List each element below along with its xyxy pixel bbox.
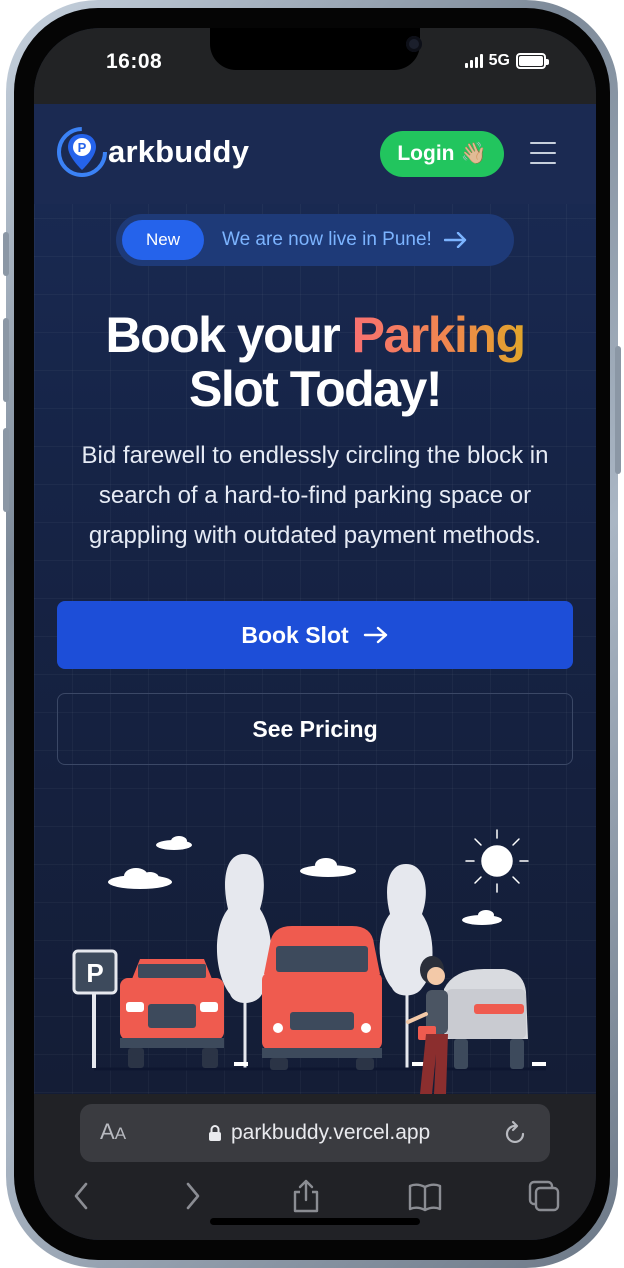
text-size-label: A: [100, 1119, 115, 1144]
address-bar[interactable]: AA parkbuddy.vercel.app: [80, 1104, 550, 1162]
phone-screen: 16:08 5G P arkbuddy Login 👋🏼 New We are …: [34, 28, 596, 1240]
battery-icon: [516, 53, 549, 69]
text-size-button[interactable]: AA: [100, 1119, 126, 1145]
announcement-pill[interactable]: New We are now live in Pune!: [116, 214, 514, 266]
arrow-right-icon: [443, 232, 467, 248]
book-icon[interactable]: [407, 1178, 443, 1214]
parking-sign-icon: P: [72, 949, 118, 1068]
url-text: parkbuddy.vercel.app: [231, 1121, 431, 1144]
car-icon: [120, 959, 224, 1068]
signal-strength-icon: [464, 54, 483, 68]
status-indicators: 5G: [464, 52, 549, 70]
sun-icon: [465, 829, 529, 893]
login-button[interactable]: Login 👋🏼: [380, 131, 504, 177]
hero-subtitle: Bid farewell to endlessly circling the b…: [81, 442, 549, 549]
parking-sign-letter: P: [86, 958, 103, 988]
hero-title-part1: Book your: [105, 307, 352, 363]
car-icon: [444, 969, 528, 1069]
battery-level: [519, 56, 543, 66]
share-icon[interactable]: [288, 1178, 324, 1214]
browser-nav-row: [34, 1178, 596, 1218]
mute-switch: [3, 232, 9, 276]
power-button: [615, 346, 621, 474]
home-indicator: [210, 1218, 420, 1225]
status-bar: 16:08 5G: [34, 28, 596, 104]
chevron-right-icon[interactable]: [174, 1178, 210, 1214]
cloud-icon: [156, 836, 192, 850]
text-size-label-small: A: [114, 1124, 127, 1143]
new-badge: New: [122, 220, 204, 260]
web-page: P arkbuddy Login 👋🏼 New We are now live …: [34, 104, 596, 1094]
lock-icon: [209, 1125, 221, 1141]
hero-title-accent: Parking: [351, 307, 526, 363]
notch: [210, 28, 422, 70]
arrow-right-icon: [363, 626, 387, 644]
see-pricing-button[interactable]: See Pricing: [57, 693, 573, 765]
cloud-icon: [108, 868, 172, 889]
hero-title: Book your Parking Slot Today!: [34, 308, 596, 416]
logo-text: arkbuddy: [108, 134, 250, 169]
book-slot-button[interactable]: Book Slot: [57, 601, 573, 669]
site-header: P arkbuddy Login 👋🏼: [34, 104, 596, 204]
network-type: 5G: [488, 52, 510, 69]
logo[interactable]: P arkbuddy: [56, 126, 249, 178]
tabs-icon[interactable]: [526, 1178, 562, 1214]
see-pricing-label: See Pricing: [252, 715, 378, 742]
cloud-icon: [300, 858, 356, 877]
parking-illustration: P: [72, 829, 546, 1094]
parking-location-pin-icon: P: [57, 127, 107, 177]
van-icon: [262, 926, 382, 1070]
waving-hand-icon: 👋🏼: [460, 142, 487, 165]
announcement-text: We are now live in Pune!: [222, 229, 432, 250]
volume-down-button: [3, 428, 9, 512]
reload-icon[interactable]: [504, 1120, 528, 1146]
login-label: Login: [397, 142, 455, 165]
status-time: 16:08: [106, 50, 163, 73]
volume-up-button: [3, 318, 9, 402]
book-slot-label: Book Slot: [241, 621, 349, 648]
hero-title-part2: Slot Today!: [188, 361, 443, 417]
cloud-icon: [462, 910, 502, 925]
svg-text:P: P: [78, 140, 87, 155]
front-camera: [406, 36, 422, 52]
chevron-left-icon[interactable]: [64, 1178, 100, 1214]
hamburger-menu-icon[interactable]: [530, 142, 556, 164]
